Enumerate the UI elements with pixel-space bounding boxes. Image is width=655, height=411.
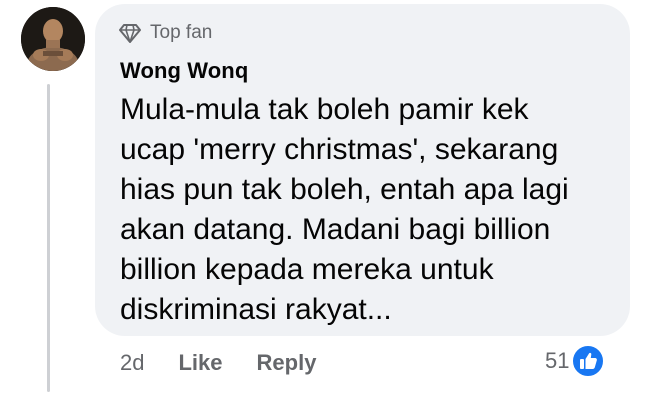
- comment-text: Mula-mula tak boleh pamir kek ucap 'merr…: [120, 93, 569, 326]
- comment-timestamp[interactable]: 2d: [120, 350, 144, 376]
- reaction-summary[interactable]: 51: [545, 344, 606, 378]
- like-thumb-icon: [571, 344, 606, 378]
- reaction-count: 51: [545, 348, 570, 373]
- avatar[interactable]: [21, 7, 85, 71]
- diamond-icon: [119, 24, 141, 43]
- like-button[interactable]: Like: [178, 350, 222, 376]
- top-fan-badge: Top fan: [118, 20, 212, 46]
- badge-label: Top fan: [150, 22, 213, 43]
- avatar-image: [21, 7, 85, 71]
- thread-line: [47, 84, 50, 392]
- comment-actions: 2d Like Reply: [120, 348, 316, 378]
- comment-author[interactable]: Wong Wonq: [120, 58, 248, 84]
- reply-button[interactable]: Reply: [257, 350, 317, 376]
